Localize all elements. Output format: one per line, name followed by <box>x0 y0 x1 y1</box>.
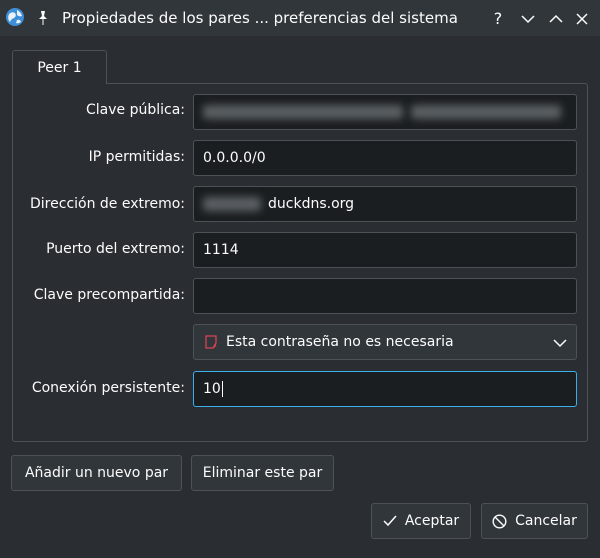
preshared-key-field[interactable] <box>193 278 577 314</box>
redacted-value <box>203 197 261 211</box>
allowed-ips-field[interactable]: 0.0.0.0/0 <box>193 140 577 176</box>
persistent-keepalive-value: 10 <box>203 381 221 397</box>
password-option-select[interactable]: Esta contraseña no es necesaria <box>193 324 577 360</box>
chevron-down-icon[interactable] <box>519 9 537 29</box>
pin-icon[interactable] <box>36 10 50 26</box>
cancel-label: Cancelar <box>515 513 577 529</box>
check-icon <box>383 515 397 527</box>
cancel-button[interactable]: Cancelar <box>481 503 588 539</box>
help-icon[interactable]: ? <box>489 8 507 28</box>
tab-label: Peer 1 <box>37 59 82 76</box>
title-bar[interactable]: Propiedades de los pares ... preferencia… <box>0 0 600 36</box>
chevron-up-icon[interactable] <box>547 9 565 29</box>
endpoint-address-field[interactable]: duckdns.org <box>193 186 577 222</box>
endpoint-port-value: 1114 <box>203 242 239 258</box>
persistent-keepalive-field[interactable]: 10 <box>193 371 577 407</box>
endpoint-address-label: Dirección de extremo: <box>30 196 185 212</box>
persistent-keepalive-label: Conexión persistente: <box>31 380 185 396</box>
public-key-field[interactable] <box>193 94 577 130</box>
redacted-value <box>411 105 561 119</box>
chevron-down-icon <box>553 339 567 348</box>
password-not-required-icon <box>205 335 217 349</box>
add-peer-button[interactable]: Añadir un nuevo par <box>11 455 182 491</box>
text-cursor <box>221 381 223 397</box>
cancel-icon <box>492 513 507 529</box>
public-key-label: Clave pública: <box>85 102 185 118</box>
ok-label: Aceptar <box>404 513 460 529</box>
allowed-ips-value: 0.0.0.0/0 <box>203 150 266 166</box>
ok-button[interactable]: Aceptar <box>371 503 471 539</box>
redacted-value <box>203 105 403 119</box>
close-icon[interactable] <box>573 9 591 29</box>
endpoint-port-label: Puerto del extremo: <box>46 241 185 257</box>
add-peer-label: Añadir un nuevo par <box>24 465 169 481</box>
endpoint-port-field[interactable]: 1114 <box>193 232 577 268</box>
globe-icon <box>6 8 24 26</box>
remove-peer-button[interactable]: Eliminar este par <box>191 455 334 491</box>
allowed-ips-label: IP permitidas: <box>88 149 185 165</box>
window-title: Propiedades de los pares ... preferencia… <box>62 9 458 27</box>
password-option-value: Esta contraseña no es necesaria <box>226 334 454 350</box>
peer-properties-dialog: Propiedades de los pares ... preferencia… <box>0 0 600 558</box>
preshared-key-label: Clave precompartida: <box>33 287 185 303</box>
tab-peer-1[interactable]: Peer 1 <box>12 50 107 84</box>
remove-peer-label: Eliminar este par <box>202 465 323 481</box>
endpoint-address-value: duckdns.org <box>268 196 355 212</box>
